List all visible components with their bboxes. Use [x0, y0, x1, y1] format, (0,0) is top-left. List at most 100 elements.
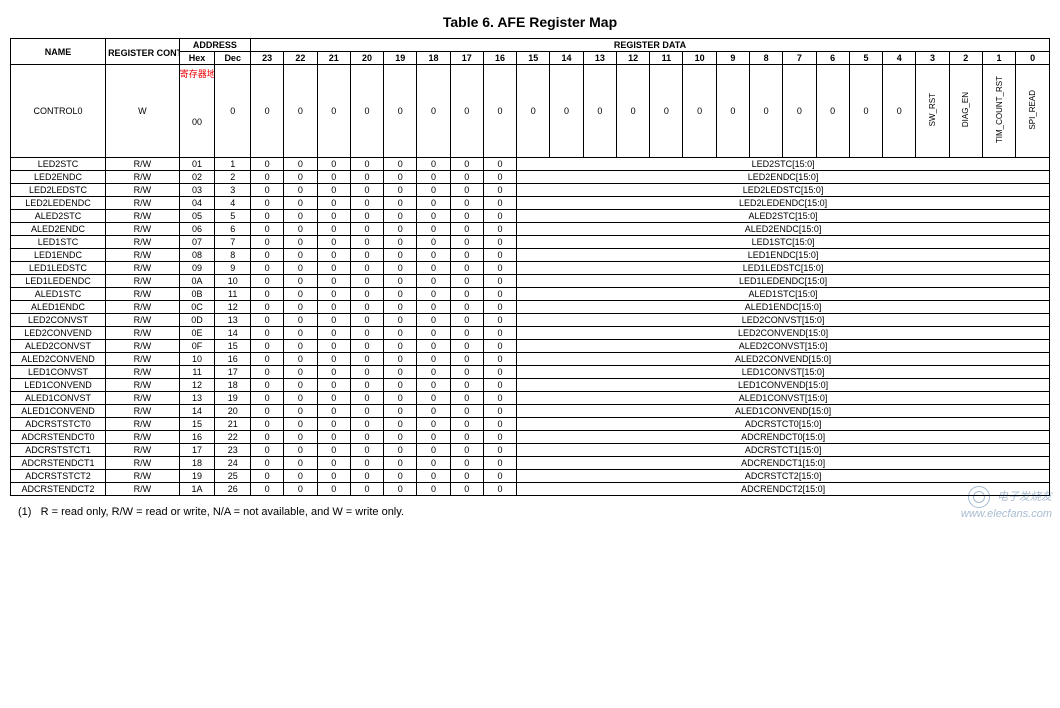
cell-dec: 18 [215, 379, 251, 392]
cell-name: ALED2CONVST [11, 340, 106, 353]
cell-bit: 0 [417, 379, 450, 392]
cell-bit: 0 [483, 210, 516, 223]
cell-bit: 0 [350, 457, 383, 470]
cell-bit: 0 [251, 366, 284, 379]
cell-name: LED1LEDSTC [11, 262, 106, 275]
cell-bit: 0 [251, 223, 284, 236]
cell-hex: 19 [179, 470, 215, 483]
cell-control: R/W [106, 340, 180, 353]
cell-bit: 0 [317, 262, 350, 275]
header-bit: 10 [683, 52, 716, 65]
cell-bit: 0 [251, 262, 284, 275]
cell-bit: 0 [251, 65, 284, 158]
cell-bit: 0 [317, 210, 350, 223]
cell-bit: 0 [317, 431, 350, 444]
cell-bit: 0 [284, 431, 317, 444]
cell-bit: 0 [483, 158, 516, 171]
table-row: LED1LEDSTCR/W09900000000LED1LEDSTC[15:0] [11, 262, 1050, 275]
cell-field: LED1ENDC[15:0] [517, 249, 1050, 262]
cell-bit: 0 [251, 288, 284, 301]
cell-bit: 0 [450, 327, 483, 340]
cell-bit: 0 [483, 301, 516, 314]
table-body: CONTROL0 W 寄存器地址 00 0 000000000000000000… [11, 65, 1050, 496]
cell-control: R/W [106, 353, 180, 366]
cell-bit: 0 [384, 65, 417, 158]
cell-bit: 0 [483, 418, 516, 431]
cell-dec: 12 [215, 301, 251, 314]
cell-hex: 13 [179, 392, 215, 405]
cell-bit: 0 [417, 158, 450, 171]
cell-field: LED1CONVEND[15:0] [517, 379, 1050, 392]
cell-bit: 0 [816, 65, 849, 158]
cell-bit: 0 [317, 301, 350, 314]
cell-dec: 15 [215, 340, 251, 353]
cell-control: R/W [106, 249, 180, 262]
cell-name: ADCRSTENDCT1 [11, 457, 106, 470]
cell-bit: 0 [384, 223, 417, 236]
table-row: ALED2CONVENDR/W101600000000ALED2CONVEND[… [11, 353, 1050, 366]
cell-bit: 0 [284, 210, 317, 223]
cell-dec: 22 [215, 431, 251, 444]
cell-bit: 0 [317, 65, 350, 158]
cell-bit: 0 [716, 65, 749, 158]
cell-bit: 0 [483, 197, 516, 210]
cell-name: LED1STC [11, 236, 106, 249]
cell-control: R/W [106, 327, 180, 340]
cell-bit: 0 [284, 171, 317, 184]
cell-bit: 0 [350, 301, 383, 314]
cell-bit: 0 [284, 275, 317, 288]
watermark: 电子发烧友 www.elecfans.com [961, 486, 1052, 520]
cell-bit: 0 [417, 288, 450, 301]
cell-bit: 0 [417, 249, 450, 262]
cell-bit: 0 [251, 340, 284, 353]
cell-control: R/W [106, 431, 180, 444]
cell-hex: 16 [179, 431, 215, 444]
cell-hex: 06 [179, 223, 215, 236]
cell-hex: 04 [179, 197, 215, 210]
cell-bit: 0 [849, 65, 882, 158]
cell-hex: 0D [179, 314, 215, 327]
cell-field: ALED1STC[15:0] [517, 288, 1050, 301]
cell-hex: 07 [179, 236, 215, 249]
cell-bit: 0 [350, 418, 383, 431]
cell-bit: 0 [483, 392, 516, 405]
cell-bit: 0 [417, 470, 450, 483]
cell-name: LED1CONVEND [11, 379, 106, 392]
cell-dec: 24 [215, 457, 251, 470]
cell-field: ADCRENDCT0[15:0] [517, 431, 1050, 444]
cell-bit: 0 [483, 249, 516, 262]
cell-bit: 0 [417, 327, 450, 340]
header-bit: 6 [816, 52, 849, 65]
cell-bit: 0 [350, 171, 383, 184]
cell-field: LED1LEDENDC[15:0] [517, 275, 1050, 288]
cell-bit: 0 [317, 236, 350, 249]
cell-bit: 0 [783, 65, 816, 158]
header-bit: 0 [1016, 52, 1050, 65]
cell-bit: 0 [550, 65, 583, 158]
cell-name: LED2ENDC [11, 171, 106, 184]
cell-control: R/W [106, 210, 180, 223]
cell-dec: 4 [215, 197, 251, 210]
cell-bit: 0 [450, 197, 483, 210]
header-bit: 18 [417, 52, 450, 65]
header-bit: 22 [284, 52, 317, 65]
cell-bit: 0 [317, 327, 350, 340]
cell-bit: 0 [583, 65, 616, 158]
cell-bit: 0 [384, 249, 417, 262]
cell-bit: 0 [251, 171, 284, 184]
cell-bit: 0 [483, 431, 516, 444]
cell-bit: 0 [417, 171, 450, 184]
cell-bit: 0 [317, 418, 350, 431]
cell-bit: 0 [251, 483, 284, 496]
cell-bit: 0 [284, 470, 317, 483]
table-row: ALED1CONVENDR/W142000000000ALED1CONVEND[… [11, 405, 1050, 418]
cell-bitfield: SW_RST [916, 65, 949, 158]
cell-field: ALED1CONVEND[15:0] [517, 405, 1050, 418]
cell-bit: 0 [350, 431, 383, 444]
cell-bit: 0 [284, 444, 317, 457]
cell-bit: 0 [483, 236, 516, 249]
cell-name: ALED2CONVEND [11, 353, 106, 366]
cell-bit: 0 [284, 457, 317, 470]
table-title: Table 6. AFE Register Map [10, 14, 1050, 30]
table-row: ALED2STCR/W05500000000ALED2STC[15:0] [11, 210, 1050, 223]
